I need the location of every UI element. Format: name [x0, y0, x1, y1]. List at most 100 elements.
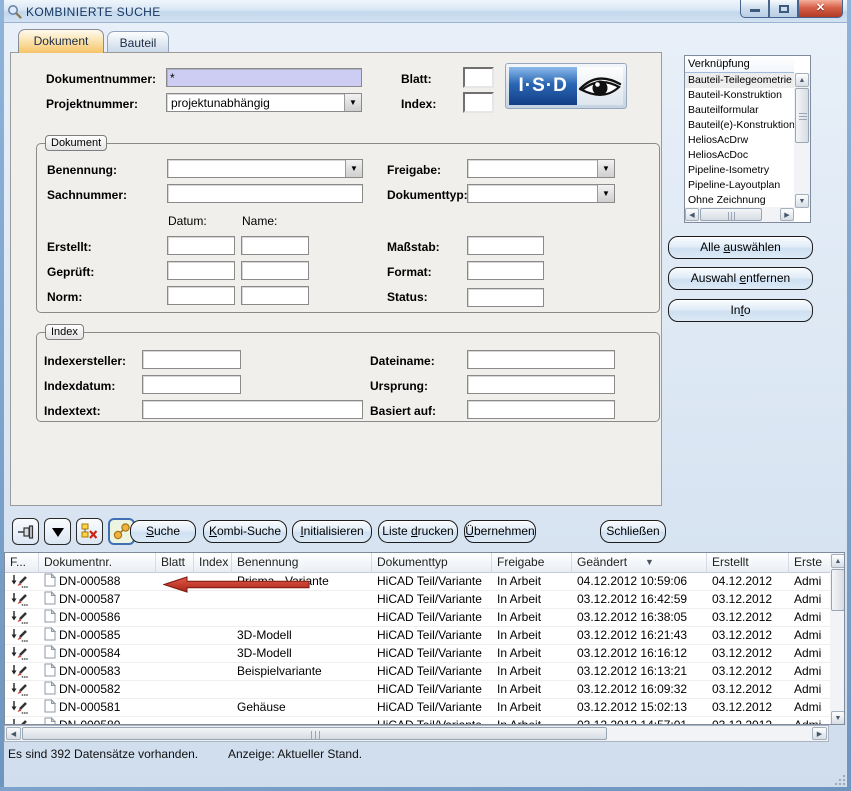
table-vscrollbar[interactable]: ▲ ▼ [830, 553, 845, 725]
scroll-down-button[interactable]: ▼ [795, 194, 809, 208]
list-item[interactable]: Bauteil-Konstruktion [685, 88, 794, 103]
massstab-input[interactable] [467, 236, 544, 255]
index-label: Index: [401, 97, 436, 111]
table-row[interactable]: DN-000582 HiCAD Teil/Variante In Arbeit … [5, 681, 830, 699]
table-row[interactable]: DN-000585 3D-Modell HiCAD Teil/Variante … [5, 627, 830, 645]
indexersteller-input[interactable] [142, 350, 241, 369]
table-row[interactable]: DN-000580 HiCAD Teil/Variante In Arbeit … [5, 717, 830, 725]
basiert-auf-input[interactable] [467, 400, 615, 419]
erstellt-datum-input[interactable] [167, 236, 235, 255]
suche-button[interactable]: Suche [130, 520, 196, 543]
benennung-cell [232, 609, 372, 627]
chevron-down-icon[interactable]: ▼ [597, 160, 614, 177]
minimize-button[interactable] [740, 0, 769, 18]
remove-selection-button[interactable]: Auswahl entfernen [668, 267, 813, 290]
status-input[interactable] [467, 288, 544, 307]
combined-search-window: KOMBINIERTE SUCHE ✕ Bauteil Dokument Dok… [0, 0, 851, 791]
list-item[interactable]: Pipeline-Layoutplan [685, 178, 794, 193]
scroll-left-button[interactable]: ◀ [6, 727, 21, 740]
freigabe-combobox[interactable]: ▼ [467, 159, 615, 178]
info-button[interactable]: Info [668, 299, 813, 322]
index-groupbox-legend: Index [45, 324, 84, 340]
list-item[interactable]: HeliosAcDrw [685, 133, 794, 148]
initialisieren-button[interactable]: Initialisieren [292, 520, 372, 543]
list-item[interactable]: HeliosAcDoc [685, 148, 794, 163]
column-header-dokumentnr[interactable]: Dokumentnr. [39, 553, 156, 573]
uebernehmen-button[interactable]: Übernehmen [464, 520, 536, 543]
format-input[interactable] [467, 261, 544, 280]
scroll-right-button[interactable]: ▶ [812, 727, 827, 740]
list-item[interactable]: Pipeline-Isometry [685, 163, 794, 178]
column-header-freigabe[interactable]: Freigabe [492, 553, 572, 573]
table-hscrollbar[interactable]: ◀ ▶ [4, 725, 829, 742]
erstellt-name-input[interactable] [241, 236, 309, 255]
table-row[interactable]: DN-000586 HiCAD Teil/Variante In Arbeit … [5, 609, 830, 627]
geprueft-datum-input[interactable] [167, 261, 235, 280]
scrollbar-thumb[interactable] [22, 727, 607, 740]
column-header-erstellt[interactable]: Erstellt [707, 553, 789, 573]
document-number-cell: DN-000585 [39, 627, 156, 645]
ursprung-input[interactable] [467, 375, 615, 394]
dateiname-input[interactable] [467, 350, 615, 369]
table-row[interactable]: DN-000583 Beispielvariante HiCAD Teil/Va… [5, 663, 830, 681]
dokumenttyp-cell: HiCAD Teil/Variante [372, 663, 492, 681]
norm-datum-input[interactable] [167, 286, 235, 305]
close-button[interactable]: ✕ [798, 0, 843, 18]
list-item[interactable]: Bauteil(e)-Konstruktion [685, 118, 794, 133]
scrollbar-thumb[interactable] [795, 88, 809, 143]
list-item[interactable]: Bauteil-Teilegeometrie [685, 73, 794, 88]
column-header-dokumenttyp[interactable]: Dokumenttyp [372, 553, 492, 573]
table-row[interactable]: DN-000588 Prisma - Variante HiCAD Teil/V… [5, 573, 830, 591]
dokumentnummer-input[interactable] [166, 68, 362, 87]
column-header-blatt[interactable]: Blatt [156, 553, 194, 573]
column-header-geaendert[interactable]: Geändert ▼ [572, 553, 707, 573]
indextext-input[interactable] [142, 400, 363, 419]
benennung-combobox[interactable]: ▼ [167, 159, 363, 178]
select-all-button[interactable]: Alle auswählen [668, 236, 813, 259]
scroll-right-button[interactable]: ▶ [780, 208, 794, 221]
column-header-ersteller[interactable]: Erste [789, 553, 830, 573]
liste-drucken-button[interactable]: Liste drucken [378, 520, 458, 543]
schliessen-button[interactable]: Schließen [600, 520, 666, 543]
verknuepfung-header[interactable]: Verknüpfung [685, 56, 794, 73]
list-item[interactable]: Bauteilformular [685, 103, 794, 118]
pin-dialog-button[interactable] [12, 518, 39, 545]
maximize-button[interactable] [769, 0, 798, 18]
titlebar[interactable]: KOMBINIERTE SUCHE [0, 0, 851, 23]
erstellt-cell: 03.12.2012 [707, 645, 789, 663]
column-header-benennung[interactable]: Benennung [232, 553, 372, 573]
benennung-cell: Beispielvariante [232, 663, 372, 681]
table-row[interactable]: DN-000587 HiCAD Teil/Variante In Arbeit … [5, 591, 830, 609]
geprueft-name-input[interactable] [241, 261, 309, 280]
tab-dokument[interactable]: Dokument [18, 29, 104, 53]
dropdown-menu-button[interactable] [44, 518, 71, 545]
table-row[interactable]: DN-000584 3D-Modell HiCAD Teil/Variante … [5, 645, 830, 663]
chevron-down-icon[interactable]: ▼ [345, 160, 362, 177]
scroll-up-button[interactable]: ▲ [795, 73, 809, 87]
scrollbar-thumb[interactable] [700, 208, 762, 221]
tab-bauteil[interactable]: Bauteil [107, 31, 169, 52]
listbox-hscrollbar[interactable]: ◀ ▶ [685, 207, 794, 222]
scrollbar-thumb[interactable] [831, 569, 845, 611]
scroll-down-button[interactable]: ▼ [831, 711, 845, 725]
column-header-f[interactable]: F... [5, 553, 39, 573]
table-row[interactable]: DN-000581 Gehäuse HiCAD Teil/Variante In… [5, 699, 830, 717]
column-header-index[interactable]: Index [194, 553, 232, 573]
resize-grip[interactable] [833, 773, 846, 786]
indexdatum-input[interactable] [142, 375, 241, 394]
chevron-down-icon[interactable]: ▼ [597, 185, 614, 202]
structure-filter-button[interactable] [76, 518, 103, 545]
norm-name-input[interactable] [241, 286, 309, 305]
index-input[interactable] [463, 92, 494, 113]
listbox-vscrollbar[interactable]: ▲ ▼ [794, 73, 810, 208]
chevron-down-icon[interactable]: ▼ [344, 94, 361, 111]
kombi-suche-button[interactable]: Kombi-Suche [203, 520, 287, 543]
projektnummer-combobox[interactable]: projektunabhängig ▼ [166, 93, 362, 112]
dokumenttyp-combobox[interactable]: ▼ [467, 184, 615, 203]
sachnummer-input[interactable] [167, 184, 363, 203]
scroll-left-button[interactable]: ◀ [685, 208, 699, 221]
document-number-cell: DN-000581 [39, 699, 156, 717]
blatt-input[interactable] [463, 67, 494, 88]
list-item[interactable]: Ohne Zeichnung [685, 193, 794, 208]
scroll-up-button[interactable]: ▲ [831, 554, 845, 568]
